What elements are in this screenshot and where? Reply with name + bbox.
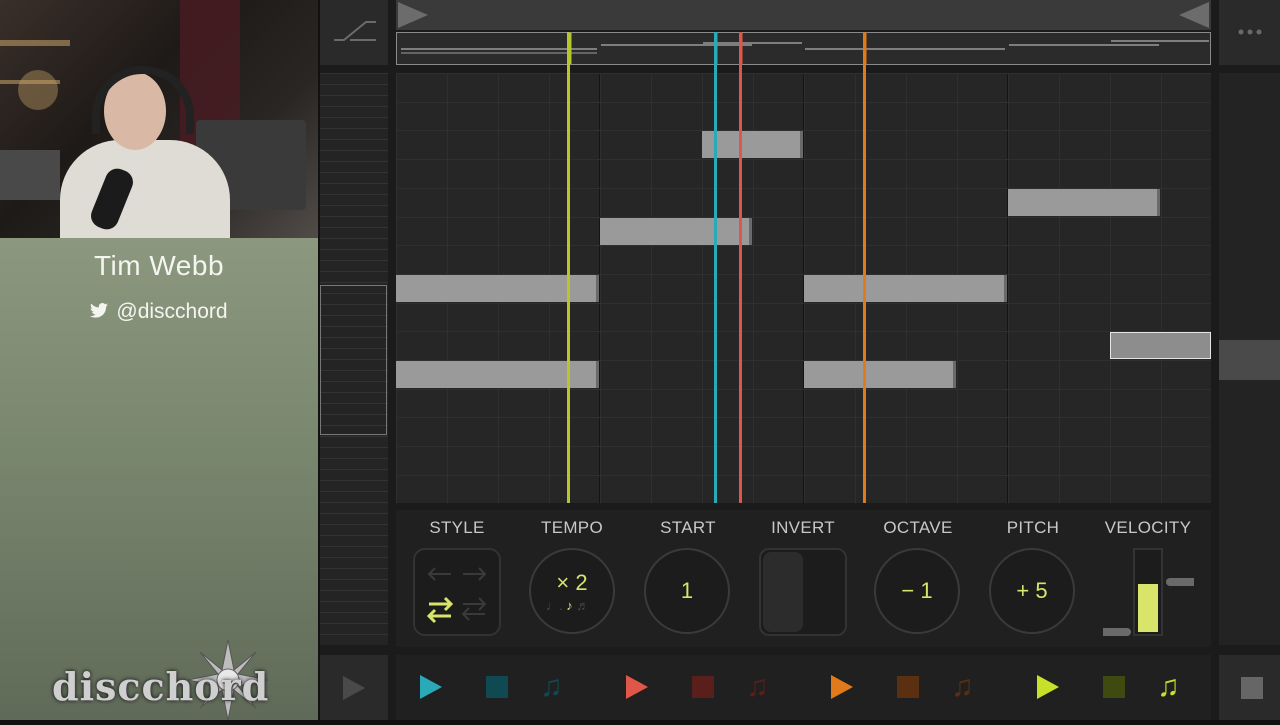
stop-icon bbox=[1103, 676, 1125, 698]
scroll-handle[interactable] bbox=[1219, 340, 1280, 380]
presenter-name: Tim Webb bbox=[93, 250, 225, 281]
twitter-handle-text: @discchord bbox=[116, 300, 228, 323]
keyboard-visible-range[interactable] bbox=[320, 285, 387, 435]
stop-icon bbox=[897, 676, 919, 698]
note[interactable] bbox=[804, 361, 956, 388]
bird-icon bbox=[90, 300, 109, 324]
play-icon bbox=[1037, 675, 1059, 699]
play-button-3[interactable] bbox=[831, 672, 861, 702]
piano-roll-grid[interactable] bbox=[396, 73, 1211, 503]
playhead-orange bbox=[863, 32, 866, 503]
more-button[interactable] bbox=[1219, 0, 1280, 65]
note-button-1[interactable]: ♫ bbox=[540, 672, 570, 702]
tempo-value: × 2 bbox=[556, 570, 588, 595]
velocity-max-handle[interactable] bbox=[1166, 578, 1194, 586]
playhead-red bbox=[739, 32, 742, 503]
stop-icon bbox=[1241, 677, 1263, 699]
webcam-video bbox=[0, 0, 318, 238]
global-play-button[interactable] bbox=[320, 655, 388, 720]
stop-button-1[interactable] bbox=[482, 672, 512, 702]
play-icon bbox=[831, 675, 853, 699]
note-button-2[interactable]: ♫ bbox=[746, 672, 776, 702]
octave-value: − 1 bbox=[901, 578, 933, 603]
stop-button-2[interactable] bbox=[688, 672, 718, 702]
loop-start-handle bbox=[398, 2, 428, 28]
velocity-min-handle[interactable] bbox=[1103, 628, 1131, 636]
ramp-icon bbox=[334, 21, 376, 41]
discchord-logo: discchord bbox=[52, 664, 270, 709]
velocity-level bbox=[1138, 584, 1158, 632]
velocity-label: VELOCITY bbox=[1104, 518, 1192, 537]
note-button-4[interactable]: ♫ bbox=[1157, 672, 1187, 702]
note-selected[interactable] bbox=[1110, 332, 1211, 359]
stop-icon bbox=[692, 676, 714, 698]
invert-toggle[interactable] bbox=[759, 548, 847, 636]
play-button-4[interactable] bbox=[1037, 672, 1067, 702]
style-label: STYLE bbox=[429, 518, 485, 537]
invert-label: INVERT bbox=[771, 518, 835, 537]
pattern-overview[interactable] bbox=[396, 32, 1211, 65]
play-icon bbox=[626, 675, 648, 699]
music-note-icon: ♫ bbox=[746, 670, 769, 703]
stop-icon bbox=[486, 676, 508, 698]
note-length-icon: ♩. ♪ ♬ bbox=[546, 598, 590, 613]
velocity-slider[interactable] bbox=[1133, 548, 1163, 636]
music-note-icon: ♫ bbox=[951, 670, 974, 703]
note[interactable] bbox=[600, 218, 752, 245]
curve-button[interactable] bbox=[320, 0, 388, 65]
swap-arrows-icon bbox=[426, 567, 487, 624]
loop-end-handle bbox=[1179, 2, 1209, 28]
pitch-label: PITCH bbox=[1006, 518, 1060, 537]
stop-button-4[interactable] bbox=[1099, 672, 1129, 702]
play-button-1[interactable] bbox=[420, 672, 450, 702]
style-selector[interactable] bbox=[413, 548, 501, 636]
ellipsis-icon bbox=[1238, 29, 1262, 35]
note[interactable] bbox=[804, 275, 1007, 302]
playhead-yellow bbox=[567, 32, 570, 503]
note-button-3[interactable]: ♫ bbox=[951, 672, 981, 702]
playhead-cyan bbox=[714, 32, 717, 503]
twitter-handle: @discchord bbox=[0, 300, 318, 324]
play-icon bbox=[420, 675, 442, 699]
octave-label: OCTAVE bbox=[883, 518, 953, 537]
note[interactable] bbox=[702, 131, 803, 158]
start-label: START bbox=[660, 518, 716, 537]
music-note-icon: ♫ bbox=[540, 670, 563, 703]
play-button-2[interactable] bbox=[626, 672, 656, 702]
loop-range-bar[interactable] bbox=[396, 0, 1211, 30]
start-value: 1 bbox=[680, 578, 694, 603]
play-icon bbox=[343, 676, 365, 700]
pitch-value: + 5 bbox=[1016, 578, 1048, 603]
global-stop-button[interactable] bbox=[1219, 655, 1280, 720]
transport-bar bbox=[396, 655, 1211, 720]
presenter-panel: Tim Webb @discchord discchord bbox=[0, 0, 318, 721]
tempo-label: TEMPO bbox=[541, 518, 603, 537]
music-note-icon: ♫ bbox=[1157, 670, 1180, 703]
note[interactable] bbox=[1008, 189, 1160, 216]
stop-button-3[interactable] bbox=[893, 672, 923, 702]
